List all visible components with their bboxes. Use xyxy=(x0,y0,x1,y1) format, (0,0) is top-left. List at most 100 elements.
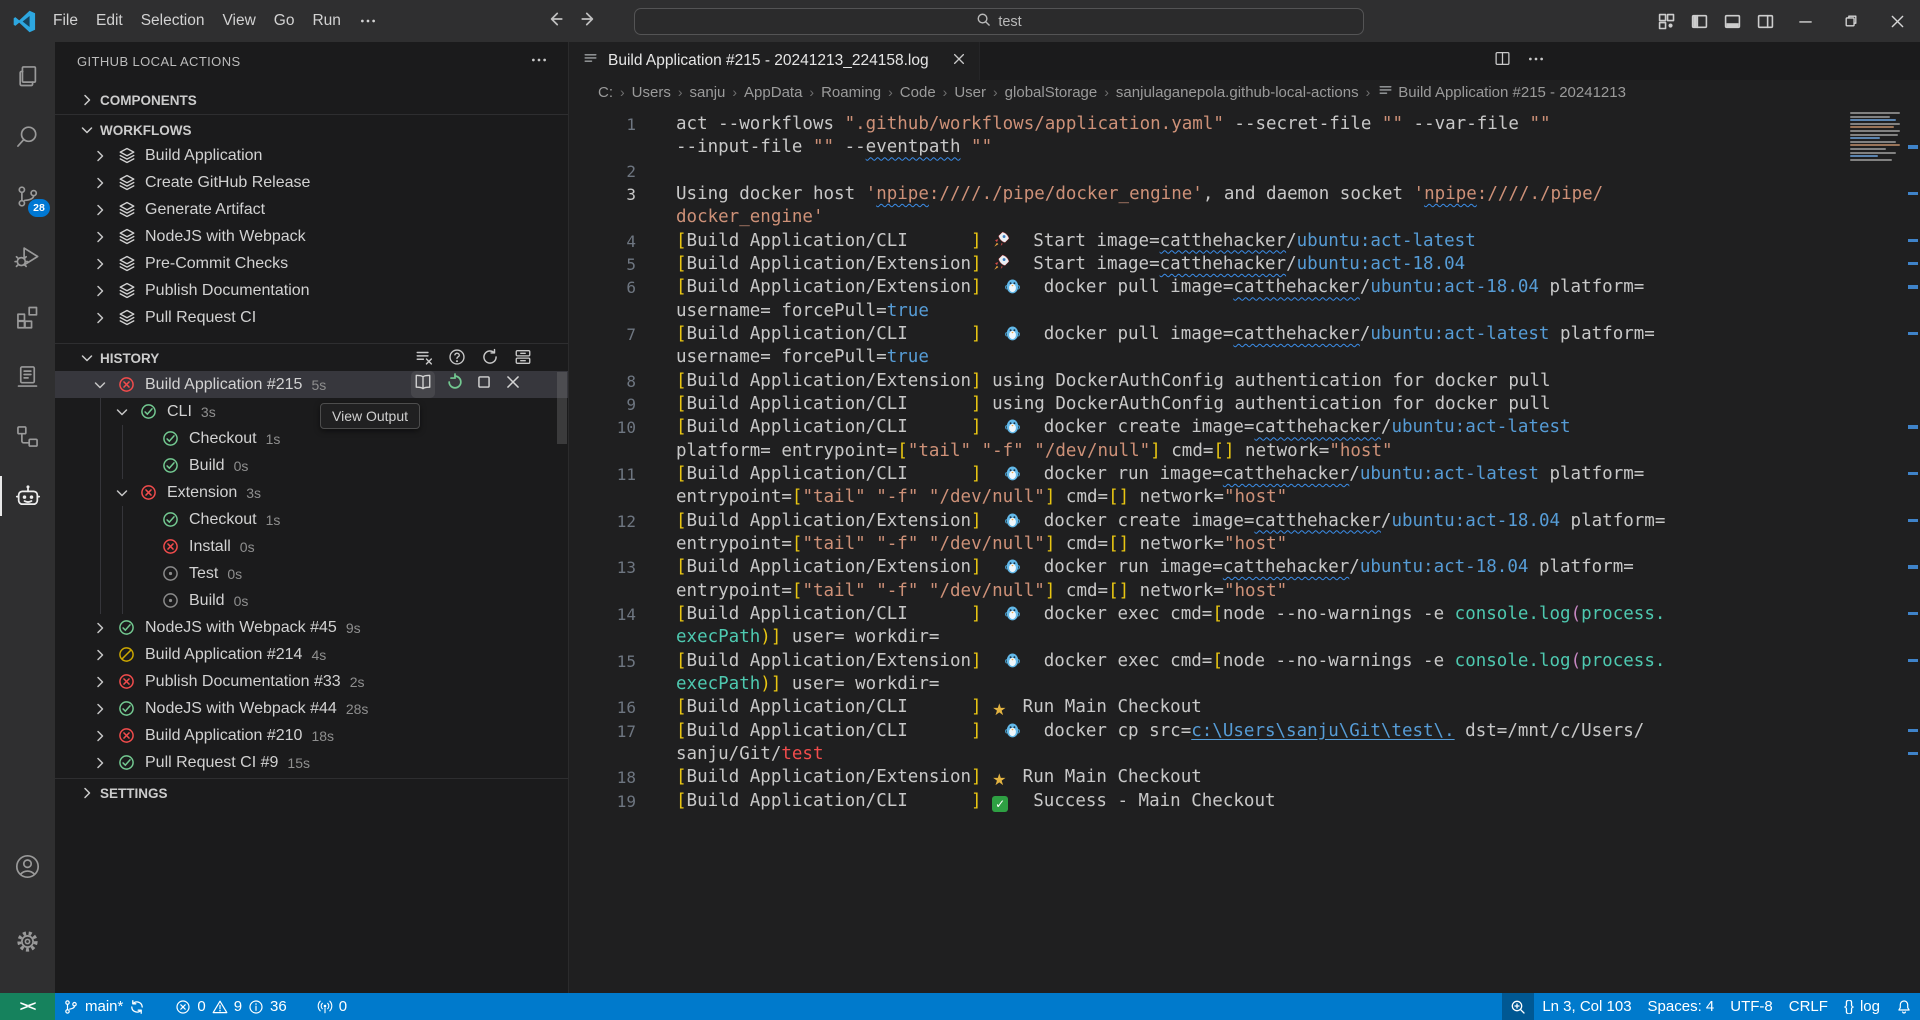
log-line-15-2[interactable]: execPath)] user= workdir= xyxy=(569,673,1920,696)
breadcrumb-item[interactable]: sanjulaganepola.github-local-actions xyxy=(1116,84,1359,101)
zoom-status[interactable] xyxy=(1502,993,1534,1020)
ports-indicator[interactable]: 0 xyxy=(309,993,355,1020)
log-line-11-1[interactable]: 11[Build Application/CLI ] docker run im… xyxy=(569,463,1920,486)
log-line-4[interactable]: 4[Build Application/CLI ] Start image=ca… xyxy=(569,230,1920,253)
remove-icon[interactable] xyxy=(504,373,522,396)
menu-run[interactable]: Run xyxy=(303,8,349,34)
history-item-build-application-214[interactable]: Build Application #2144s xyxy=(55,641,568,668)
help-icon[interactable] xyxy=(448,348,466,369)
workflow-build-application[interactable]: Build Application xyxy=(55,142,568,169)
log-line-17-2[interactable]: sanju/Git/test xyxy=(569,743,1920,766)
hierarchy-icon[interactable] xyxy=(0,412,55,460)
menu-edit[interactable]: Edit xyxy=(87,8,132,34)
menu-more-icon[interactable] xyxy=(350,8,386,34)
workflow-pre-commit-checks[interactable]: Pre-Commit Checks xyxy=(55,250,568,277)
log-line-13-2[interactable]: entrypoint=["tail" "-f" "/dev/null"] cmd… xyxy=(569,580,1920,603)
history-item-install[interactable]: Install0s xyxy=(55,533,568,560)
problems-indicator[interactable]: 0 9 36 xyxy=(167,993,294,1020)
tab-close-icon[interactable] xyxy=(952,52,966,70)
explorer-icon[interactable] xyxy=(0,52,55,100)
history-item-cli[interactable]: CLI3s xyxy=(55,398,568,425)
minimap[interactable] xyxy=(1850,112,1904,200)
toggle-panel-icon[interactable] xyxy=(1716,0,1749,42)
log-line-13-1[interactable]: 13[Build Application/Extension] docker r… xyxy=(569,556,1920,579)
sidebar-scrollbar[interactable] xyxy=(557,372,567,444)
log-line-10-2[interactable]: platform= entrypoint=["tail" "-f" "/dev/… xyxy=(569,440,1920,463)
history-item-build[interactable]: Build0s xyxy=(55,452,568,479)
more-actions-icon[interactable] xyxy=(530,51,548,72)
log-line-18[interactable]: 18[Build Application/Extension] ★ Run Ma… xyxy=(569,766,1920,789)
log-line-16[interactable]: 16[Build Application/CLI ] ★ Run Main Ch… xyxy=(569,696,1920,719)
breadcrumb-item[interactable]: sanju xyxy=(690,84,726,101)
toggle-sidebar-icon[interactable] xyxy=(1683,0,1716,42)
indentation[interactable]: Spaces: 4 xyxy=(1640,993,1723,1020)
breadcrumb-item[interactable]: C: xyxy=(598,84,613,101)
history-item-nodejs-with-webpack-44[interactable]: NodeJS with Webpack #4428s xyxy=(55,695,568,722)
breadcrumb-item[interactable]: Code xyxy=(900,84,936,101)
menu-view[interactable]: View xyxy=(213,8,264,34)
workflow-generate-artifact[interactable]: Generate Artifact xyxy=(55,196,568,223)
history-item-extension[interactable]: Extension3s xyxy=(55,479,568,506)
restore-button[interactable] xyxy=(1828,0,1874,42)
log-line-11-2[interactable]: entrypoint=["tail" "-f" "/dev/null"] cmd… xyxy=(569,486,1920,509)
history-item-publish-documentation-33[interactable]: Publish Documentation #332s xyxy=(55,668,568,695)
log-line-6-2[interactable]: username= forcePull=true xyxy=(569,300,1920,323)
log-line-1-1[interactable]: 1act --workflows ".github/workflows/appl… xyxy=(569,113,1920,136)
workflow-nodejs-with-webpack[interactable]: NodeJS with Webpack xyxy=(55,223,568,250)
log-line-1-2[interactable]: --input-file "" --eventpath "" xyxy=(569,136,1920,159)
cursor-position[interactable]: Ln 3, Col 103 xyxy=(1534,993,1639,1020)
section-history[interactable]: HISTORY xyxy=(55,346,568,370)
back-icon[interactable] xyxy=(546,10,564,33)
log-line-19[interactable]: 19[Build Application/CLI ] ✓ Success - M… xyxy=(569,790,1920,813)
history-item-build[interactable]: Build0s xyxy=(55,587,568,614)
customize-layout-icon[interactable] xyxy=(1650,0,1683,42)
breadcrumb-item[interactable]: Build Application #215 - 20241213 xyxy=(1377,82,1626,103)
history-item-build-application-210[interactable]: Build Application #21018s xyxy=(55,722,568,749)
section-workflows[interactable]: WORKFLOWS xyxy=(55,118,568,142)
log-line-6-1[interactable]: 6[Build Application/Extension] docker pu… xyxy=(569,276,1920,299)
clear-history-icon[interactable] xyxy=(415,348,433,369)
history-item-pull-request-ci-9[interactable]: Pull Request CI #915s xyxy=(55,749,568,776)
log-line-3-2[interactable]: docker_engine' xyxy=(569,206,1920,229)
log-line-12-2[interactable]: entrypoint=["tail" "-f" "/dev/null"] cmd… xyxy=(569,533,1920,556)
search-icon[interactable] xyxy=(0,112,55,160)
run-and-debug-icon[interactable] xyxy=(0,232,55,280)
stop-icon[interactable] xyxy=(475,373,493,396)
source-control-icon[interactable]: 28 xyxy=(0,172,55,220)
split-editor-icon[interactable] xyxy=(1494,50,1511,72)
breadcrumb-item[interactable]: Roaming xyxy=(821,84,881,101)
log-line-8[interactable]: 8[Build Application/Extension] using Doc… xyxy=(569,370,1920,393)
notifications[interactable] xyxy=(1888,993,1920,1020)
menu-selection[interactable]: Selection xyxy=(132,8,214,34)
github-local-actions-icon[interactable] xyxy=(0,472,55,520)
breadcrumb-item[interactable]: Users xyxy=(632,84,671,101)
view-output-icon[interactable] xyxy=(414,373,432,396)
remote-explorer-icon[interactable] xyxy=(0,352,55,400)
remote-indicator[interactable]: >< xyxy=(0,993,55,1020)
breadcrumb-item[interactable]: User xyxy=(954,84,986,101)
history-item-checkout[interactable]: Checkout1s xyxy=(55,506,568,533)
workflow-pull-request-ci[interactable]: Pull Request CI xyxy=(55,304,568,331)
manage-icon[interactable] xyxy=(0,917,55,965)
workflow-create-github-release[interactable]: Create GitHub Release xyxy=(55,169,568,196)
history-item-test[interactable]: Test0s xyxy=(55,560,568,587)
log-line-10-1[interactable]: 10[Build Application/CLI ] docker create… xyxy=(569,416,1920,439)
overview-ruler[interactable] xyxy=(1906,104,1920,993)
log-line-2[interactable]: 2 xyxy=(569,160,1920,183)
collapse-all-icon[interactable] xyxy=(514,348,532,369)
editor-more-actions-icon[interactable] xyxy=(1527,50,1545,73)
log-line-14-1[interactable]: 14[Build Application/CLI ] docker exec c… xyxy=(569,603,1920,626)
restart-icon[interactable] xyxy=(446,373,464,396)
tab-log-file[interactable]: Build Application #215 - 20241213_224158… xyxy=(569,42,980,80)
log-line-15-1[interactable]: 15[Build Application/Extension] docker e… xyxy=(569,650,1920,673)
log-line-7-1[interactable]: 7[Build Application/CLI ] docker pull im… xyxy=(569,323,1920,346)
section-settings[interactable]: SETTINGS xyxy=(55,781,568,805)
section-components[interactable]: COMPONENTS xyxy=(55,88,568,112)
breadcrumb-item[interactable]: AppData xyxy=(744,84,802,101)
log-line-17-1[interactable]: 17[Build Application/CLI ] docker cp src… xyxy=(569,720,1920,743)
close-button[interactable] xyxy=(1874,0,1920,42)
search-input[interactable]: test xyxy=(634,8,1364,35)
history-item-nodejs-with-webpack-45[interactable]: NodeJS with Webpack #459s xyxy=(55,614,568,641)
log-line-5[interactable]: 5[Build Application/Extension] Start ima… xyxy=(569,253,1920,276)
accounts-icon[interactable] xyxy=(0,842,55,890)
